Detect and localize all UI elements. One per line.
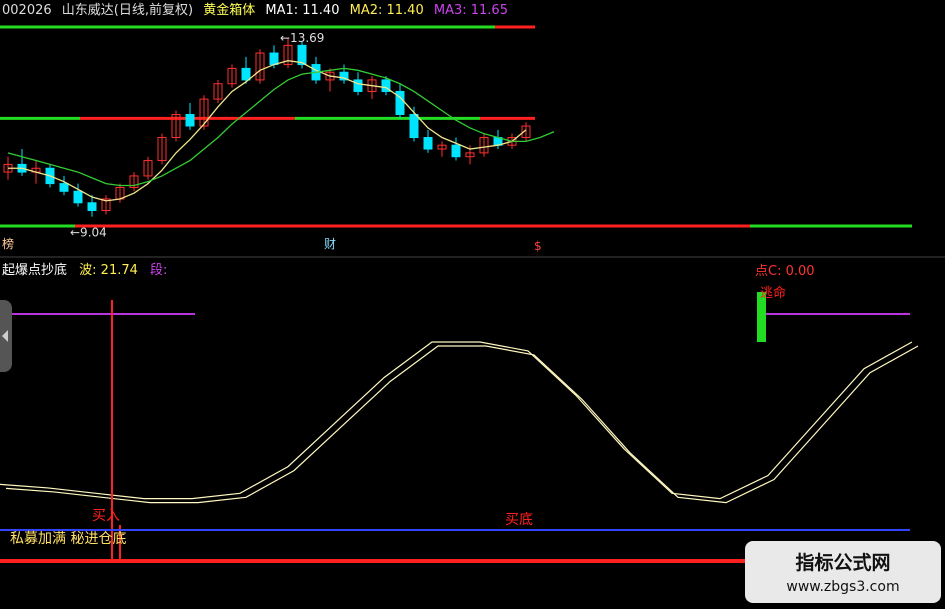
high-label: ←13.69: [280, 31, 324, 45]
candle-body: [269, 52, 279, 66]
watermark-url: www.zbgs3.com: [786, 579, 900, 595]
right-value-label: 点C: 0.00: [755, 264, 815, 279]
ticker-right: $: [534, 239, 542, 253]
oscillator-line-a: [0, 341, 913, 500]
candle-body: [353, 79, 363, 92]
candle-body: [59, 183, 69, 192]
ticker-mid: 财: [324, 237, 336, 251]
top-label: 逃命: [760, 285, 786, 301]
candle-body: [451, 144, 461, 158]
candle-body: [185, 113, 195, 127]
candle-body: [73, 190, 83, 204]
candle-body: [409, 113, 419, 139]
ma2-line: [7, 67, 555, 187]
bottom-label-2: 买底: [505, 512, 533, 528]
low-label: ←9.04: [70, 226, 107, 240]
stock-chart: ←13.69 ←9.04 榜 财 $ 点C: 0.00 买入私募加满 秘进仓底 买底 逃命: [0, 25, 945, 563]
ma1-line: [8, 60, 527, 202]
candle-body: [87, 202, 97, 211]
side-panel-handle[interactable]: [0, 300, 12, 372]
bottom-label-1: 私募加满 秘进仓底: [10, 531, 126, 547]
buy-label: 买入: [92, 508, 120, 524]
oscillator-line-b: [5, 345, 919, 504]
candle-body: [423, 137, 433, 150]
watermark-title: 指标公式网: [795, 552, 891, 574]
ticker-left: 榜: [2, 236, 14, 251]
candle-body: [241, 67, 251, 81]
watermark: 指标公式网 www.zbgs3.com: [745, 541, 941, 603]
